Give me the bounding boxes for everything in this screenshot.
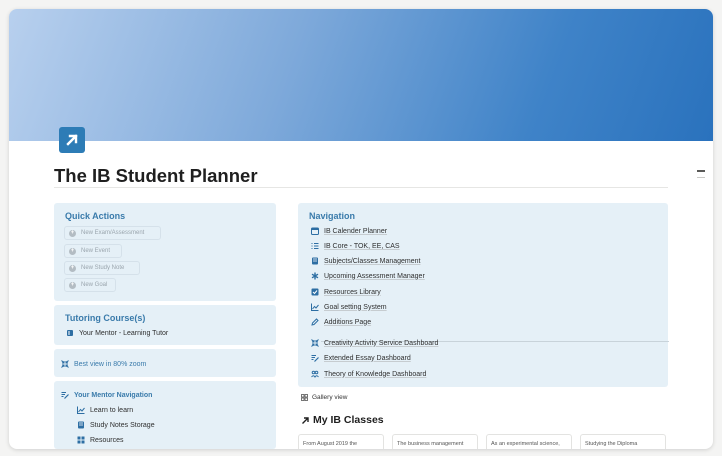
button-label: New Study Note [81, 265, 125, 271]
navigation-title: Navigation [309, 211, 356, 221]
class-card[interactable]: As an experimental science, [486, 434, 572, 449]
plus-icon: + [69, 264, 76, 272]
list-edit-icon [61, 391, 69, 399]
nav-dashboard-extended-essay[interactable]: Extended Essay Dashboard [311, 354, 411, 362]
nav-item-assessment[interactable]: Upcoming Assessment Manager [311, 272, 425, 280]
list-icon [311, 242, 319, 250]
zoom-note-label: Best view in 80% zoom [74, 360, 147, 368]
plus-icon: + [69, 247, 76, 255]
class-card[interactable]: From August 2019 the [298, 434, 384, 449]
nav-item-resources-library[interactable]: Resources Library [311, 288, 381, 296]
plus-icon: + [69, 281, 76, 289]
new-exam-button[interactable]: + New Exam/Assessment [64, 226, 161, 240]
book-icon [66, 329, 74, 337]
people-icon [311, 370, 319, 378]
tutoring-label: Your Mentor - Learning Tutor [79, 329, 169, 337]
mentor-nav-item-notes[interactable]: Study Notes Storage [77, 421, 155, 429]
notes-icon [311, 257, 319, 265]
gallery-icon [301, 394, 308, 401]
button-label: New Exam/Assessment [81, 230, 145, 236]
new-event-button[interactable]: + New Event [64, 244, 122, 258]
shrink-icon [61, 360, 69, 368]
tutoring-title: Tutoring Course(s) [65, 313, 146, 323]
title-divider [54, 187, 668, 188]
arrow-up-right-icon[interactable] [59, 127, 85, 153]
calendar-icon [311, 227, 319, 235]
new-study-note-button[interactable]: + New Study Note [64, 261, 140, 275]
notes-icon [77, 421, 85, 429]
page-frame: The IB Student Planner Quick Actions + Ne… [9, 9, 713, 449]
class-card[interactable]: The business management [392, 434, 478, 449]
checkbox-icon [311, 288, 319, 296]
pencil-icon [311, 318, 319, 326]
mentor-nav-title: Your Mentor Navigation [61, 391, 152, 399]
tutoring-item[interactable]: Your Mentor - Learning Tutor [66, 329, 168, 337]
nav-dashboard-cas[interactable]: Creativity Activity Service Dashboard [311, 339, 438, 347]
table-of-contents-marks[interactable] [697, 170, 705, 183]
my-ib-classes-heading[interactable]: My IB Classes [301, 414, 384, 426]
nav-item-subjects[interactable]: Subjects/Classes Management [311, 257, 421, 265]
nav-item-goal-setting[interactable]: Goal setting System [311, 303, 387, 311]
gallery-view-tab[interactable]: Gallery view [301, 394, 347, 401]
mentor-nav-item-learn[interactable]: Learn to learn [77, 406, 133, 414]
quick-actions-title: Quick Actions [65, 211, 126, 221]
list-edit-icon [311, 354, 319, 362]
asterisk-icon [311, 272, 319, 280]
chart-icon [77, 406, 85, 414]
plus-icon: + [69, 229, 76, 237]
mentor-nav-item-resources[interactable]: Resources [77, 436, 123, 444]
button-label: New Event [81, 248, 111, 254]
new-goal-button[interactable]: + New Goal [64, 278, 116, 292]
nav-item-ib-core[interactable]: IB Core - TOK, EE, CAS [311, 242, 400, 250]
nav-item-calendar[interactable]: IB Calender Planner [311, 227, 387, 235]
zoom-note: Best view in 80% zoom [61, 360, 146, 368]
arrow-up-right-icon [301, 416, 310, 425]
nav-item-additions[interactable]: Additions Page [311, 318, 371, 326]
cover-image[interactable] [9, 9, 713, 141]
class-card[interactable]: Studying the Diploma [580, 434, 666, 449]
page-title[interactable]: The IB Student Planner [54, 165, 258, 187]
nav-dashboard-tok[interactable]: Theory of Knowledge Dashboard [311, 370, 426, 378]
button-label: New Goal [81, 282, 108, 288]
grid-icon [311, 339, 319, 347]
tutoring-box [54, 305, 276, 345]
chart-icon [311, 303, 319, 311]
grid-icon [77, 436, 85, 444]
